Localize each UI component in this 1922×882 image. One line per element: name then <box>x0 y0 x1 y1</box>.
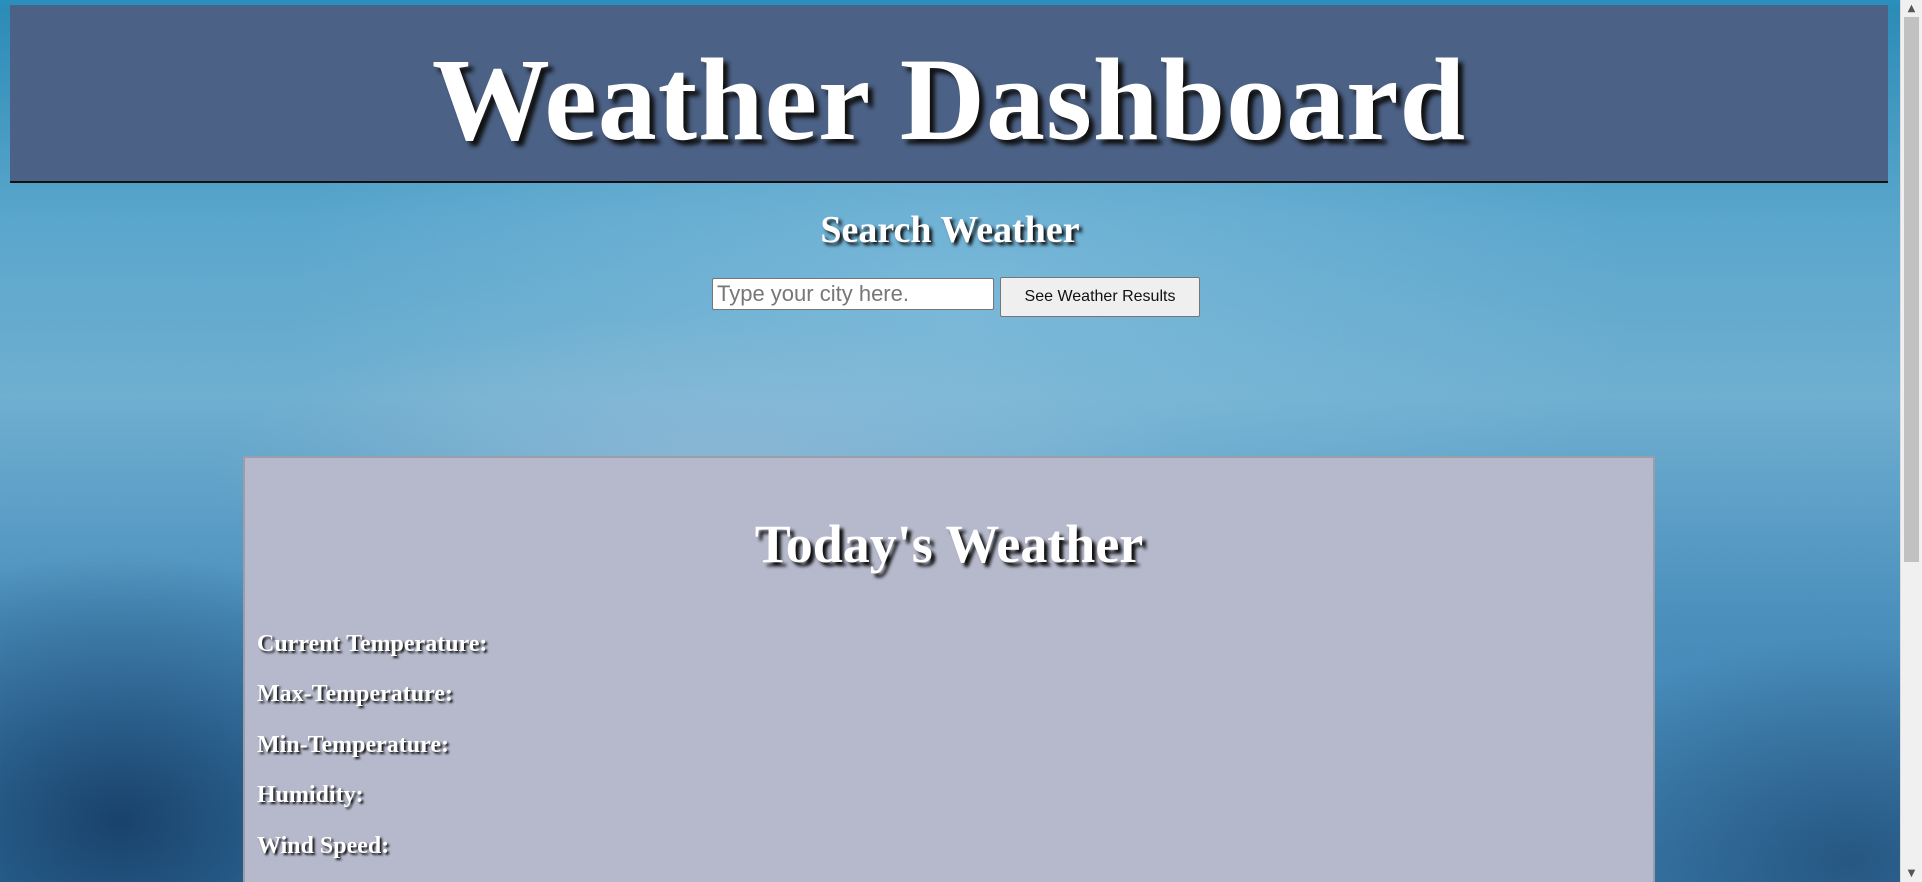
humidity-label: Humidity: <box>257 782 364 808</box>
chevron-up-icon[interactable]: ▲ <box>1901 0 1922 17</box>
wind-speed-label: Wind Speed: <box>257 833 390 859</box>
search-title: Search Weather <box>820 209 1080 251</box>
see-weather-results-button[interactable]: See Weather Results <box>1000 277 1200 317</box>
page-title: Weather Dashboard <box>431 34 1467 165</box>
scrollbar-thumb[interactable] <box>1904 17 1919 562</box>
todays-weather-panel: Today's Weather Current Temperature: Max… <box>243 456 1655 882</box>
min-temperature-label: Min-Temperature: <box>257 732 449 758</box>
current-temperature-label: Current Temperature: <box>257 631 488 657</box>
max-temperature-label: Max-Temperature: <box>257 681 453 707</box>
city-search-input[interactable] <box>712 278 994 310</box>
chevron-down-icon[interactable]: ▼ <box>1901 865 1922 882</box>
page-header: Weather Dashboard <box>10 5 1888 183</box>
vertical-scrollbar[interactable]: ▲ ▼ <box>1900 0 1922 882</box>
todays-weather-title: Today's Weather <box>754 514 1144 574</box>
